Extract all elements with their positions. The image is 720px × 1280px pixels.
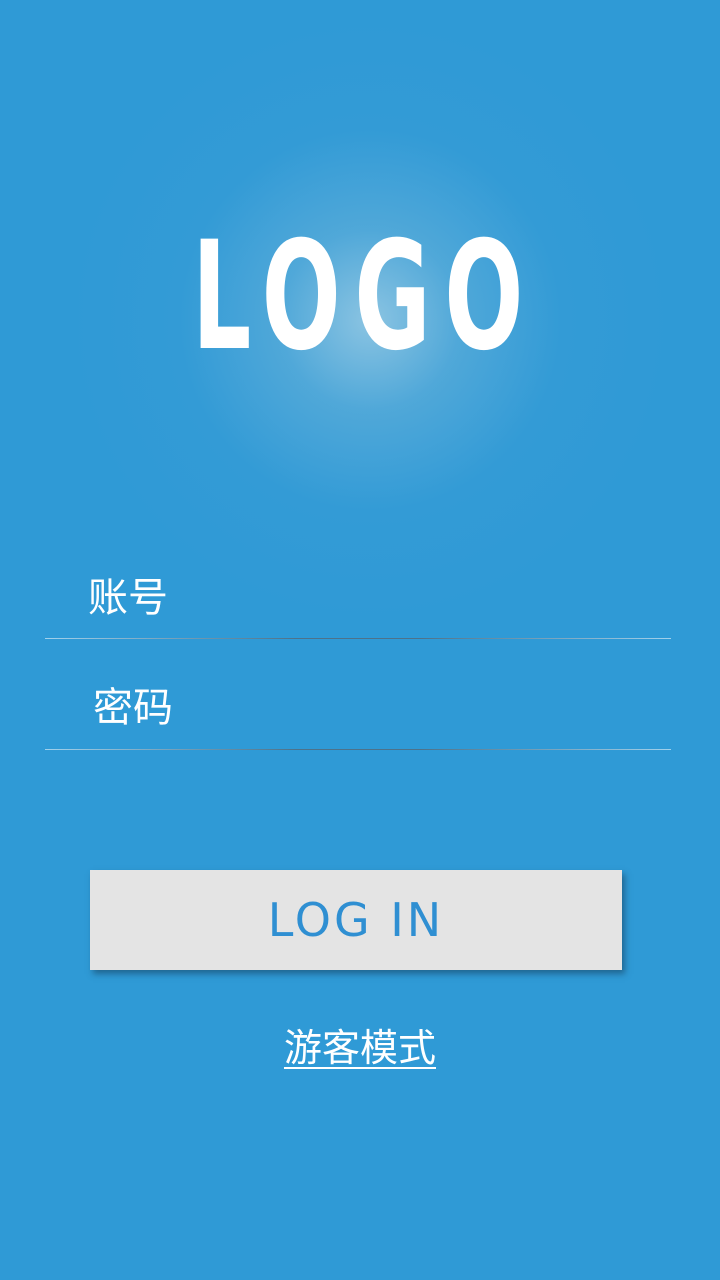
login-button[interactable]: LOG IN bbox=[90, 870, 622, 970]
login-screen: LOGO LOG IN 游客模式 bbox=[0, 0, 720, 1280]
account-input[interactable] bbox=[45, 558, 671, 638]
account-divider bbox=[45, 638, 671, 639]
app-logo: LOGO bbox=[192, 210, 538, 384]
password-field-container bbox=[45, 668, 671, 748]
account-field-container bbox=[45, 558, 671, 638]
password-divider bbox=[45, 749, 671, 750]
password-input[interactable] bbox=[45, 668, 671, 748]
guest-mode-link[interactable]: 游客模式 bbox=[284, 1026, 436, 1070]
guest-mode-container: 游客模式 bbox=[0, 1022, 720, 1074]
